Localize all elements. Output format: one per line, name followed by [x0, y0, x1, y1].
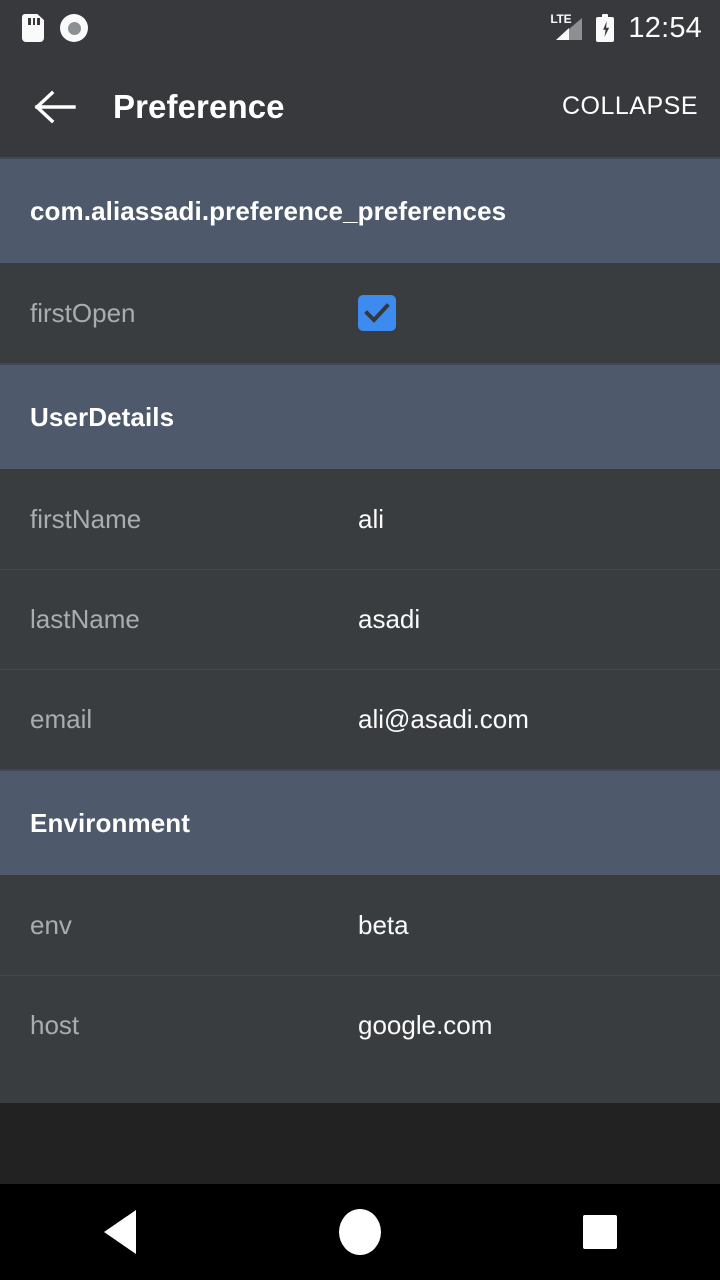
page-title: Preference: [113, 87, 285, 125]
preference-key: host: [30, 1010, 80, 1040]
signal-icon: LTE: [550, 13, 583, 42]
list-bottom-spacer: [0, 1075, 720, 1103]
preference-key: lastName: [30, 604, 140, 634]
recents-square-icon: [583, 1215, 617, 1249]
section-header-label: com.aliassadi.preference_preferences: [30, 195, 507, 226]
preference-value: asadi: [358, 604, 421, 634]
status-bar: LTE 12:54: [0, 0, 720, 56]
status-bar-right-icons: LTE 12:54: [550, 11, 702, 44]
home-circle-icon: [339, 1209, 381, 1255]
section-header: Environment: [0, 769, 720, 875]
preference-row[interactable]: host google.com: [0, 975, 720, 1075]
status-bar-clock: 12:54: [628, 11, 702, 44]
app-bar: Preference COLLAPSE: [0, 56, 720, 157]
preference-list[interactable]: com.aliassadi.preference_preferences fir…: [0, 157, 720, 1184]
system-navigation-bar: [0, 1184, 720, 1280]
preference-value: ali@asadi.com: [358, 704, 529, 734]
collapse-button[interactable]: COLLAPSE: [562, 92, 698, 121]
preference-key: firstOpen: [30, 297, 136, 328]
nav-back-button[interactable]: [40, 1184, 200, 1280]
preference-value: google.com: [358, 1010, 493, 1040]
preference-key: email: [30, 704, 93, 734]
back-triangle-icon: [104, 1210, 136, 1254]
nav-recents-button[interactable]: [520, 1184, 680, 1280]
preference-row[interactable]: firstName ali: [0, 469, 720, 569]
nav-home-button[interactable]: [280, 1184, 440, 1280]
preference-checkbox[interactable]: [358, 295, 396, 331]
preference-key: env: [30, 909, 72, 940]
preference-row[interactable]: lastName asadi: [0, 569, 720, 669]
preference-value: ali: [358, 503, 385, 534]
screen-record-icon: [60, 14, 88, 42]
preference-value: beta: [358, 909, 409, 940]
preference-row[interactable]: firstOpen: [0, 263, 720, 363]
back-arrow-icon[interactable]: [26, 78, 84, 136]
phone-screen: LTE 12:54 Preference COLLAPSE com.aliass…: [0, 0, 720, 1280]
battery-charging-icon: [596, 14, 615, 42]
preference-row[interactable]: email ali@asadi.com: [0, 669, 720, 769]
sd-card-icon: [22, 14, 44, 42]
preference-key: firstName: [30, 503, 142, 534]
preference-row[interactable]: env beta: [0, 875, 720, 975]
section-header: UserDetails: [0, 363, 720, 469]
section-header-label: UserDetails: [30, 401, 175, 432]
section-header: com.aliassadi.preference_preferences: [0, 157, 720, 263]
status-bar-left-icons: [22, 14, 88, 42]
section-header-label: Environment: [30, 807, 191, 838]
